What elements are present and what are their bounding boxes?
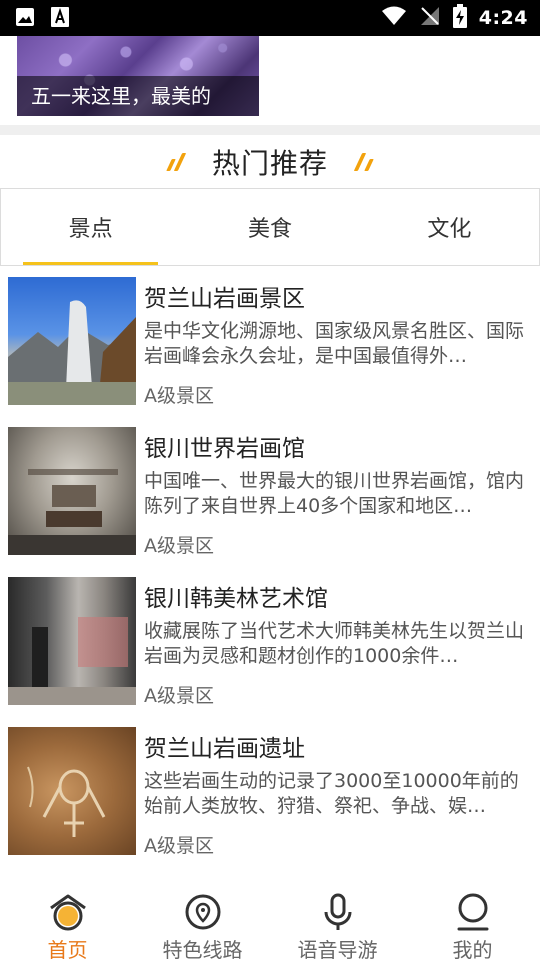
item-title: 银川世界岩画馆 [144, 436, 305, 462]
item-description: 中国唯一、世界最大的银川世界岩画馆，馆内陈列了来自世界上40多个国家和地区… [144, 470, 525, 517]
nav-home-label: 首页 [47, 938, 88, 960]
status-left [14, 6, 70, 32]
signal-off-icon [419, 5, 441, 31]
item-description: 是中华文化溯源地、国家级风景名胜区、国际岩画峰会永久会址，是中国最值得外… [144, 320, 525, 367]
route-icon [183, 892, 223, 932]
profile-icon [453, 892, 493, 932]
item-description: 这些岩画生动的记录了3000至10000年前的始前人类放牧、狩猎、祭祀、争战、娱… [144, 770, 519, 817]
font-a-icon [50, 6, 70, 32]
nav-audio-guide-label: 语音导游 [297, 938, 378, 960]
item-title: 银川韩美林艺术馆 [144, 586, 328, 612]
banner-caption: 五一来这里，最美的 [17, 76, 259, 116]
nav-audio-guide[interactable]: 语音导游 [270, 880, 405, 960]
nav-profile-label: 我的 [452, 938, 493, 960]
title-right-decoration-icon [353, 153, 374, 171]
home-icon [48, 892, 88, 932]
battery-charging-icon [452, 4, 467, 32]
item-thumbnail [8, 277, 136, 405]
status-right: 4:24 [381, 4, 528, 32]
section-header: 热门推荐 [0, 140, 540, 184]
nav-routes[interactable]: 特色线路 [135, 880, 270, 960]
item-level-tag: A级景区 [144, 685, 214, 707]
tab-culture[interactable]: 文化 [360, 189, 539, 265]
wifi-icon [381, 5, 407, 31]
title-left-decoration-icon [166, 153, 187, 171]
tab-scenic[interactable]: 景点 [1, 189, 180, 265]
item-thumbnail [8, 577, 136, 705]
item-level-tag: A级景区 [144, 535, 214, 557]
bottom-navigation: 首页 特色线路 语音导游 我的 [0, 880, 540, 960]
image-icon [14, 6, 36, 32]
item-thumbnail [8, 427, 136, 555]
category-tabs: 景点 美食 文化 [0, 188, 540, 266]
status-bar: 4:24 [0, 0, 540, 36]
microphone-icon [318, 892, 358, 932]
list-item[interactable]: 贺兰山岩画景区 是中华文化溯源地、国家级风景名胜区、国际岩画峰会永久会址，是中国… [0, 277, 540, 427]
item-level-tag: A级景区 [144, 835, 214, 857]
item-level-tag: A级景区 [144, 385, 214, 407]
status-time: 4:24 [478, 7, 528, 29]
item-thumbnail [8, 727, 136, 855]
recommend-list: 贺兰山岩画景区 是中华文化溯源地、国家级风景名胜区、国际岩画峰会永久会址，是中国… [0, 277, 540, 877]
item-title: 贺兰山岩画遗址 [144, 736, 305, 762]
list-item[interactable]: 贺兰山岩画遗址 这些岩画生动的记录了3000至10000年前的始前人类放牧、狩猎… [0, 727, 540, 877]
nav-home[interactable]: 首页 [0, 880, 135, 960]
list-item[interactable]: 银川韩美林艺术馆 收藏展陈了当代艺术大师韩美林先生以贺兰山岩画为灵感和题材创作的… [0, 577, 540, 727]
item-description: 收藏展陈了当代艺术大师韩美林先生以贺兰山岩画为灵感和题材创作的1000余件… [144, 620, 525, 667]
section-title: 热门推荐 [211, 147, 328, 180]
list-item[interactable]: 银川世界岩画馆 中国唯一、世界最大的银川世界岩画馆，馆内陈列了来自世界上40多个… [0, 427, 540, 577]
nav-routes-label: 特色线路 [162, 938, 243, 960]
nav-profile[interactable]: 我的 [405, 880, 540, 960]
section-divider [0, 125, 540, 135]
item-title: 贺兰山岩画景区 [144, 286, 305, 312]
banner-card[interactable]: 五一来这里，最美的 [17, 36, 259, 116]
tab-food[interactable]: 美食 [180, 189, 359, 265]
